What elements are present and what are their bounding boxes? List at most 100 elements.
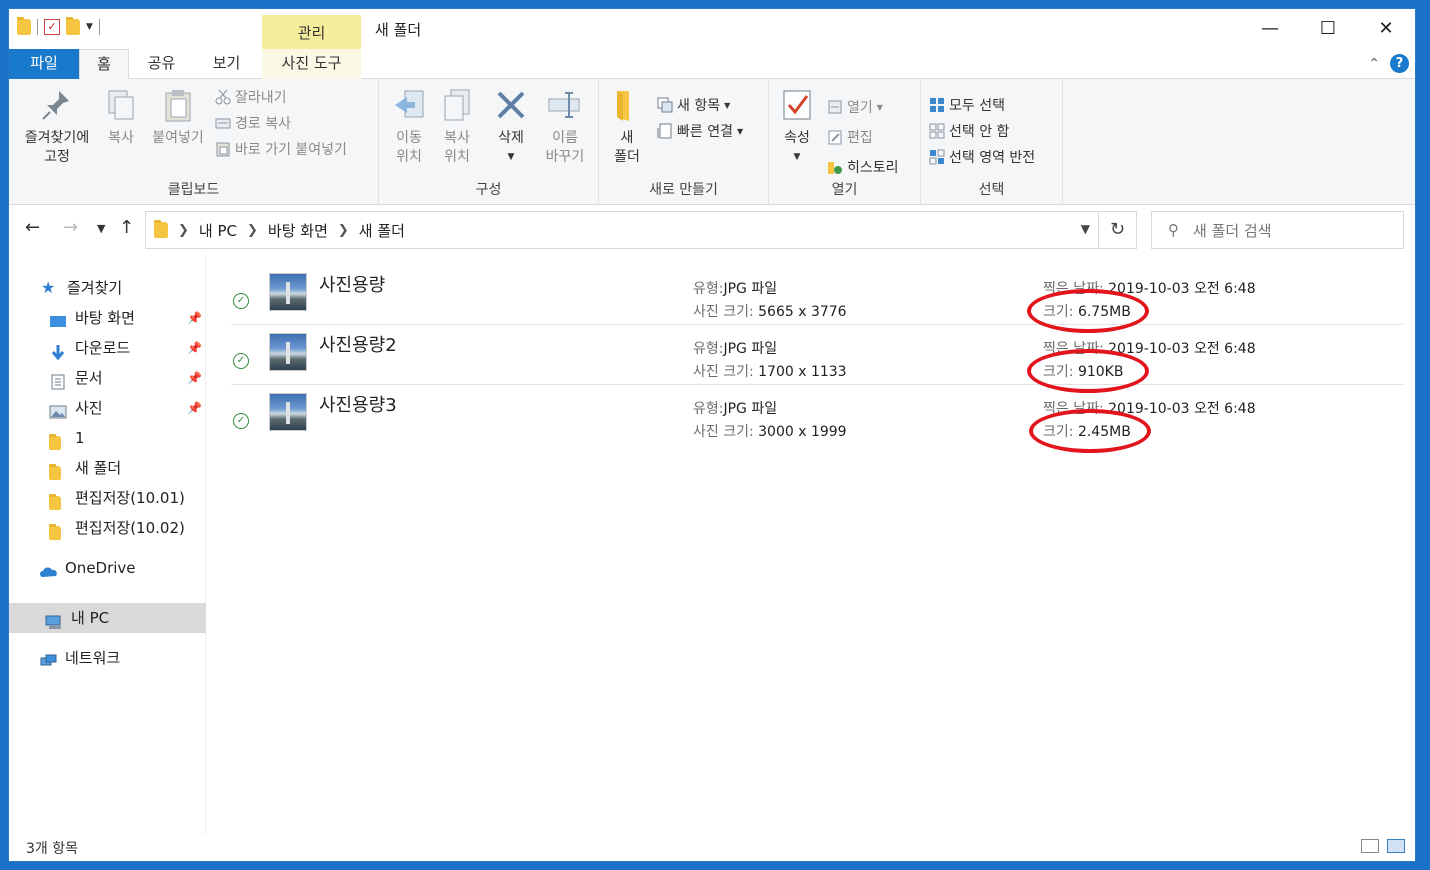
open-label: 열기 (847, 100, 873, 116)
select-all-button[interactable]: 모두 선택 (929, 95, 1005, 115)
rename-label-1: 이름 (552, 130, 578, 146)
pin-icon[interactable]: 📌 (187, 393, 202, 423)
new-folder-icon (609, 87, 645, 123)
maximize-button[interactable]: ☐ (1299, 9, 1357, 49)
up-arrow-icon[interactable]: ↑ (119, 217, 134, 238)
sidebar-item-onedrive[interactable]: OneDrive (9, 553, 206, 583)
search-icon: ⚲ (1168, 221, 1179, 239)
rename-button[interactable]: 이름 바꾸기 (539, 87, 591, 167)
tab-file[interactable]: 파일 (9, 49, 79, 79)
tab-share[interactable]: 공유 (139, 49, 184, 79)
recent-locations-icon[interactable]: ▼ (97, 222, 105, 235)
file-row[interactable]: ✓ 사진용량2 유형:JPG 파일 사진 크기: 1700 x 1133 찍은 … (231, 325, 1403, 393)
tab-view[interactable]: 보기 (204, 49, 249, 79)
forward-arrow-icon[interactable]: → (63, 217, 78, 238)
separator (37, 19, 38, 35)
new-item-button[interactable]: 새 항목 ▼ (657, 95, 730, 115)
breadcrumb-desktop[interactable]: 바탕 화면 (268, 220, 328, 241)
properties-dropdown-icon[interactable]: ▼ (775, 148, 819, 167)
copy-to-label-2: 위치 (444, 149, 470, 165)
sidebar-item-label: 사진 (75, 399, 103, 417)
edit-button[interactable]: 편집 (827, 127, 873, 147)
sidebar-item-desktop[interactable]: 바탕 화면 📌 (9, 303, 206, 333)
address-dropdown-icon[interactable]: ▼ (1081, 222, 1090, 236)
file-row[interactable]: ✓ 사진용량3 유형:JPG 파일 사진 크기: 3000 x 1999 찍은 … (231, 385, 1403, 453)
sidebar-item-documents[interactable]: 문서 📌 (9, 363, 206, 393)
address-bar[interactable]: ❯ 내 PC ❯ 바탕 화면 ❯ 새 폴더 ▼ (145, 211, 1099, 249)
chevron-right-icon[interactable]: ❯ (338, 223, 349, 238)
network-icon (39, 650, 57, 666)
pin-icon[interactable]: 📌 (187, 333, 202, 363)
item-count: 3개 항목 (26, 841, 78, 857)
dimensions-label: 사진 크기: (693, 424, 754, 440)
scissors-icon (215, 89, 231, 105)
pin-icon[interactable]: 📌 (187, 363, 202, 393)
sidebar-item-edit-save-1002[interactable]: 편집저장(10.02) (9, 513, 206, 543)
properties-icon[interactable]: ✓ (44, 19, 60, 35)
move-to-button[interactable]: 이동 위치 (387, 87, 431, 167)
file-type: 유형:JPG 파일 (693, 398, 777, 418)
sidebar-item-my-pc[interactable]: 내 PC (9, 603, 206, 633)
properties-button[interactable]: 속성 ▼ (775, 87, 819, 167)
tab-photo-tools[interactable]: 사진 도구 (262, 49, 361, 79)
copy-path-label: 경로 복사 (235, 116, 291, 132)
pin-icon[interactable]: 📌 (187, 303, 202, 333)
copy-to-button[interactable]: 복사 위치 (435, 87, 479, 167)
sidebar-item-pictures[interactable]: 사진 📌 (9, 393, 206, 423)
window-title: 새 폴더 (375, 21, 422, 39)
new-item-label: 새 항목 (677, 98, 721, 114)
breadcrumb-my-pc[interactable]: 내 PC (199, 220, 237, 241)
pin-icon (39, 87, 75, 123)
new-folder-icon[interactable] (66, 17, 80, 35)
back-arrow-icon[interactable]: ← (25, 217, 40, 238)
collapse-ribbon-icon[interactable]: ⌃ (1368, 56, 1380, 72)
delete-button[interactable]: 삭제 ▼ (491, 87, 531, 167)
paste-shortcut-button[interactable]: 바로 가기 붙여넣기 (215, 139, 347, 159)
chevron-right-icon[interactable]: ❯ (178, 223, 189, 238)
sidebar-item-label: 새 폴더 (75, 459, 122, 477)
easy-access-button[interactable]: 빠른 연결 ▼ (657, 121, 743, 141)
edit-icon (827, 129, 843, 145)
cut-button[interactable]: 잘라내기 (215, 87, 287, 107)
file-row[interactable]: ✓ 사진용량 유형:JPG 파일 사진 크기: 5665 x 3776 찍은 날… (231, 265, 1403, 333)
folder-icon (49, 490, 67, 510)
sidebar-item-new-folder[interactable]: 새 폴더 (9, 453, 206, 483)
rename-label-2: 바꾸기 (545, 149, 585, 165)
invert-selection-button[interactable]: 선택 영역 반전 (929, 147, 1035, 167)
details-view-icon[interactable] (1361, 839, 1379, 853)
paste-button[interactable]: 붙여넣기 (147, 87, 209, 148)
select-group: 모두 선택 선택 안 함 선택 영역 반전 선택 (921, 79, 1063, 205)
pin-to-quick-access-button[interactable]: 즐겨찾기에 고정 (17, 87, 97, 167)
window-controls: — ☐ ✕ (1241, 9, 1415, 49)
customize-dropdown-icon[interactable]: ▼ (86, 22, 93, 32)
minimize-button[interactable]: — (1241, 9, 1299, 49)
close-button[interactable]: ✕ (1357, 9, 1415, 49)
sidebar-item-downloads[interactable]: 다운로드 📌 (9, 333, 206, 363)
sidebar-item-quick-access[interactable]: ★ 즐겨찾기 (9, 273, 206, 303)
refresh-button[interactable]: ↻ (1099, 211, 1137, 249)
cloud-icon (39, 560, 57, 577)
sidebar-item-network[interactable]: 네트워크 (9, 643, 206, 673)
manage-context-tab[interactable]: 관리 (262, 15, 361, 49)
sidebar-item-folder-1[interactable]: 1 (9, 423, 206, 453)
move-to-label-2: 위치 (396, 149, 422, 165)
sidebar-item-edit-save-1001[interactable]: 편집저장(10.01) (9, 483, 206, 513)
history-button[interactable]: 히스토리 (827, 157, 899, 177)
copy-path-icon (215, 115, 231, 131)
new-folder-button[interactable]: 새 폴더 (607, 87, 647, 167)
help-icon[interactable]: ? (1390, 54, 1409, 73)
open-button[interactable]: 열기 ▼ (827, 97, 883, 117)
chevron-right-icon[interactable]: ❯ (247, 223, 258, 238)
new-folder-label-1: 새 (620, 130, 634, 146)
new-item-icon (657, 97, 673, 113)
tab-home[interactable]: 홈 (79, 49, 129, 80)
search-box[interactable]: ⚲ 새 폴더 검색 (1151, 211, 1404, 249)
copy-button[interactable]: 복사 (99, 87, 143, 148)
copy-path-button[interactable]: 경로 복사 (215, 113, 291, 133)
sidebar-item-label: 1 (75, 429, 85, 447)
tiles-view-icon[interactable] (1387, 839, 1405, 853)
breadcrumb-new-folder[interactable]: 새 폴더 (359, 220, 405, 241)
invert-selection-icon (929, 149, 945, 165)
delete-dropdown-icon[interactable]: ▼ (491, 148, 531, 167)
select-none-button[interactable]: 선택 안 함 (929, 121, 1009, 141)
